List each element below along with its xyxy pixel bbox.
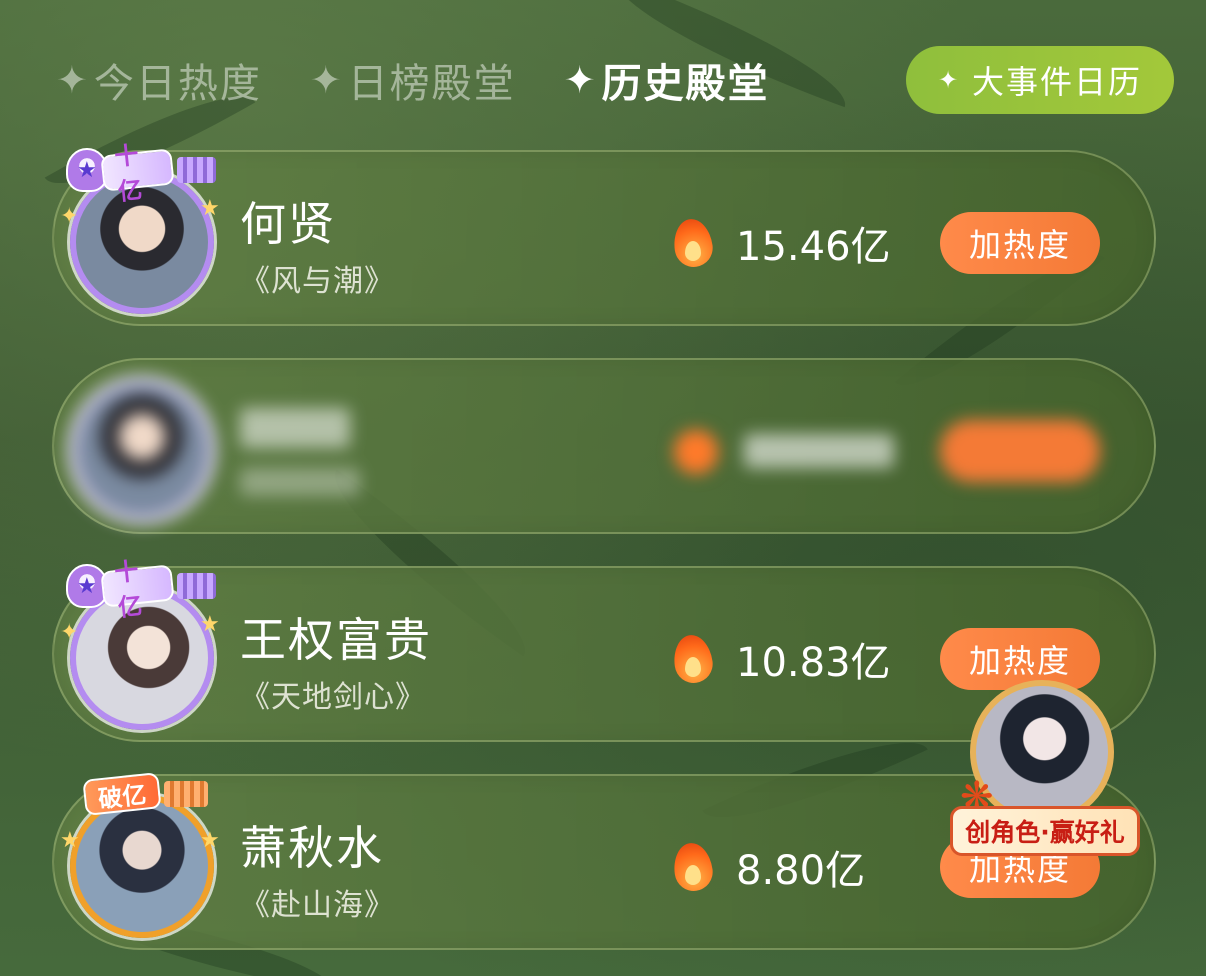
- billion-badge: ★ 十亿: [66, 557, 216, 622]
- sparkle-icon: ★: [60, 828, 80, 853]
- event-calendar-button[interactable]: ✦ 大事件日历: [906, 46, 1174, 114]
- flame-icon: [670, 632, 716, 686]
- tab-label: 历史殿堂: [601, 61, 770, 107]
- character-name: 萧秋水: [240, 821, 384, 875]
- sparkle-icon: ✦: [563, 58, 598, 102]
- tab-daily-hall[interactable]: ✦ 日榜殿堂: [310, 51, 516, 109]
- promo-label: 创角色·赢好礼: [950, 806, 1140, 856]
- heat-score: 10.83亿: [670, 630, 891, 688]
- sparkle-icon: ★: [200, 612, 220, 637]
- blurred-heat: [744, 434, 894, 468]
- create-character-promo[interactable]: ❋ 创角色·赢好礼: [950, 680, 1140, 860]
- heat-value: 10.83亿: [736, 640, 891, 686]
- flame-icon: [674, 430, 718, 474]
- sparkle-icon: ★: [200, 196, 220, 221]
- tab-label: 日榜殿堂: [347, 61, 516, 107]
- sparkle-icon: ✦: [937, 66, 961, 94]
- film-strip-decoration: [176, 573, 216, 599]
- blurred-name: [240, 408, 350, 448]
- heat-value: 8.80亿: [736, 848, 866, 894]
- heat-score: 15.46亿: [670, 214, 891, 272]
- tab-label: 今日热度: [93, 61, 262, 107]
- character-name: 王权富贵: [240, 613, 432, 667]
- drama-title: 《天地剑心》: [240, 680, 426, 715]
- ranking-tabs: ✦ 今日热度 ✦ 日榜殿堂 ✦ 历史殿堂: [56, 48, 818, 112]
- drama-title: 《风与潮》: [240, 264, 395, 299]
- badge-text: 破亿: [82, 772, 162, 816]
- add-heat-button[interactable]: 加热度: [940, 212, 1100, 274]
- hundred-million-badge: 破亿: [82, 772, 240, 816]
- heat-score: 8.80亿: [670, 838, 866, 896]
- drama-title: 《赴山海》: [240, 888, 395, 923]
- film-strip-decoration: [164, 781, 208, 807]
- event-calendar-label: 大事件日历: [972, 63, 1143, 101]
- sparkle-icon: ★: [200, 828, 220, 853]
- blurred-drama: [240, 468, 360, 496]
- ranking-card[interactable]: ★ 十亿 ✦ ★ 何贤 《风与潮》 15.46亿 加热度: [52, 141, 1156, 326]
- tab-today-heat[interactable]: ✦ 今日热度: [56, 51, 262, 109]
- sparkle-icon: ✦: [60, 620, 79, 645]
- avatar[interactable]: [70, 378, 214, 522]
- heat-value: 15.46亿: [736, 224, 891, 270]
- character-name: 何贤: [240, 197, 336, 251]
- add-heat-button[interactable]: [940, 420, 1100, 482]
- sparkle-icon: ✦: [309, 58, 344, 102]
- film-strip-decoration: [176, 157, 216, 183]
- badge-text: 十亿: [99, 141, 175, 206]
- sparkle-icon: ✦: [56, 58, 90, 102]
- flame-icon: [670, 216, 716, 270]
- ranking-card[interactable]: [52, 358, 1156, 534]
- badge-text: 十亿: [99, 557, 175, 622]
- billion-badge: ★ 十亿: [66, 141, 216, 206]
- tab-history-hall[interactable]: ✦ 历史殿堂: [541, 51, 794, 109]
- flame-icon: [670, 840, 716, 894]
- sparkle-icon: ✦: [60, 204, 79, 229]
